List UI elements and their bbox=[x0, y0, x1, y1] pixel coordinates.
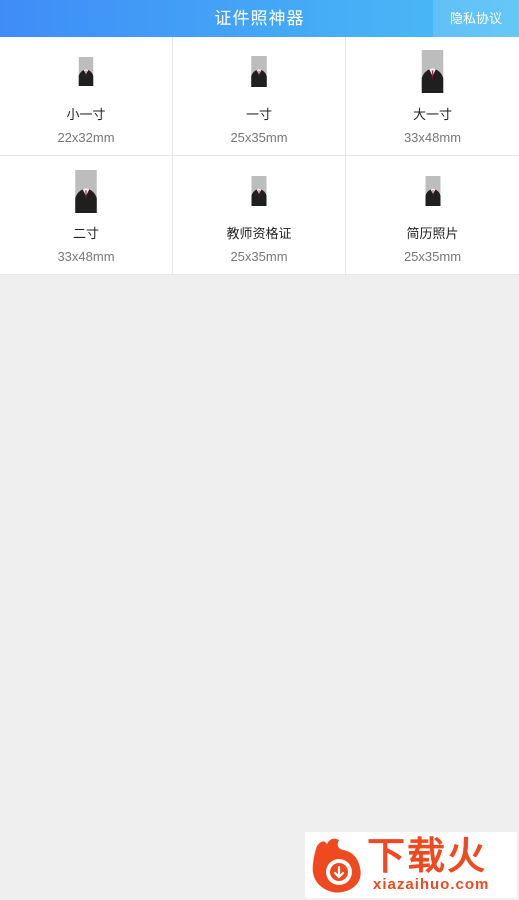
watermark-brand-cn: 下载火 bbox=[367, 834, 488, 878]
size-option-label: 大一寸 bbox=[412, 107, 452, 122]
size-option-small-one-inch[interactable]: 小一寸 22x32mm bbox=[0, 37, 173, 156]
flame-logo-icon bbox=[312, 838, 361, 893]
size-option-large-one-inch[interactable]: 大一寸 33x48mm bbox=[346, 37, 519, 156]
size-option-dimensions: 25x35mm bbox=[403, 249, 462, 264]
suit-photo-icon bbox=[78, 57, 94, 86]
privacy-policy-button[interactable]: 隐私协议 bbox=[433, 0, 519, 37]
size-option-two-inch[interactable]: 二寸 33x48mm bbox=[0, 156, 173, 275]
size-option-dimensions: 33x48mm bbox=[57, 249, 115, 264]
suit-photo-icon bbox=[421, 50, 444, 93]
size-option-dimensions: 25x35mm bbox=[230, 249, 288, 264]
suit-photo-icon bbox=[251, 176, 267, 206]
size-option-label: 二寸 bbox=[72, 226, 99, 241]
size-option-label: 小一寸 bbox=[66, 107, 106, 122]
suit-photo-icon bbox=[425, 176, 440, 206]
size-option-dimensions: 33x48mm bbox=[403, 130, 462, 145]
size-option-dimensions: 22x32mm bbox=[57, 130, 115, 145]
size-option-label: 一寸 bbox=[245, 107, 272, 122]
suit-photo-icon bbox=[251, 56, 267, 87]
suit-photo-icon bbox=[75, 170, 97, 213]
size-option-label: 简历照片 bbox=[406, 226, 459, 241]
size-option-dimensions: 25x35mm bbox=[230, 130, 288, 145]
site-watermark: 下载火 xiazaihuo.com bbox=[305, 832, 517, 898]
size-option-resume-photo[interactable]: 简历照片 25x35mm bbox=[346, 156, 519, 275]
size-option-teacher-certificate[interactable]: 教师资格证 25x35mm bbox=[173, 156, 346, 275]
app-header: 证件照神器 隐私协议 bbox=[0, 0, 519, 37]
size-option-one-inch[interactable]: 一寸 25x35mm bbox=[173, 37, 346, 156]
size-option-label: 教师资格证 bbox=[226, 226, 292, 241]
photo-size-grid: 小一寸 22x32mm 一寸 25x35mm 大一寸 33x48mm 二寸 33… bbox=[0, 37, 519, 275]
watermark-brand-en: xiazaihuo.com bbox=[373, 876, 490, 893]
